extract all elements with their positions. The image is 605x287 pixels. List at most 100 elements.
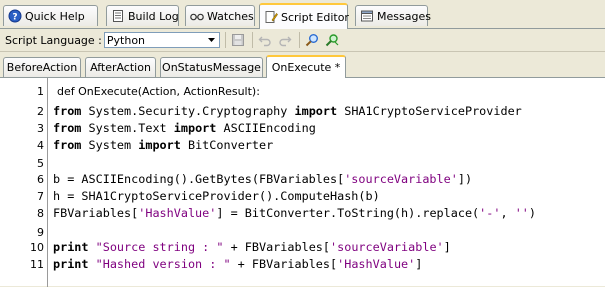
line-number: 11 <box>30 258 44 271</box>
script-toolbar: Script Language : Python <box>0 29 605 52</box>
code-token: b = ASCIIEncoding().GetBytes(FBVariables… <box>53 172 345 186</box>
tab-build-log[interactable]: Build Log <box>106 5 179 26</box>
tab-label: Watches <box>207 9 254 23</box>
keyword-token: from <box>53 138 82 152</box>
string-token: "Hashed version : " <box>95 257 231 271</box>
code-token: System.Text <box>81 121 174 135</box>
code-line[interactable]: 6 b = ASCIIEncoding().GetBytes(FBVariable… <box>0 171 605 188</box>
keyword-token: import <box>294 104 338 118</box>
code-editor[interactable]: 1 def OnExecute(Action, ActionResult): 2 fr… <box>0 77 605 287</box>
line-number: 10 <box>30 241 44 254</box>
document-icon <box>111 9 125 23</box>
code-text: from System.Text import ASCIIEncoding <box>53 121 316 135</box>
tab-before-action[interactable]: BeforeAction <box>3 57 81 77</box>
undo-button[interactable] <box>256 31 274 49</box>
keyword-token: from <box>53 121 82 135</box>
keyword-token: print <box>53 257 89 271</box>
toolbar-separator <box>298 32 300 48</box>
code-token: FBVariables[ <box>53 206 139 220</box>
chevron-down-icon[interactable] <box>205 33 219 47</box>
code-token: + FBVariables[ <box>223 240 331 254</box>
code-line[interactable]: 8 FBVariables['HashValue'] = BitConverter… <box>0 205 605 222</box>
code-token: System.Security.Cryptography <box>81 104 295 118</box>
string-token: "Source string : " <box>95 240 224 254</box>
keyword-token: import <box>138 138 181 152</box>
line-number: 3 <box>37 122 44 135</box>
tab-messages[interactable]: Messages <box>355 5 431 26</box>
undo-icon <box>258 33 272 47</box>
save-icon <box>231 33 245 47</box>
code-token: BitConverter <box>180 138 274 152</box>
string-token: 'sourceVariable' <box>330 240 444 254</box>
code-token: ] <box>443 240 451 254</box>
function-signature: def OnExecute(Action, ActionResult): <box>57 85 260 98</box>
code-line[interactable]: 5 <box>0 155 605 172</box>
code-token: h = SHA1CryptoServiceProvider().ComputeH… <box>53 189 380 203</box>
line-number: 5 <box>37 157 44 170</box>
line-number: 7 <box>37 190 44 203</box>
replace-button[interactable] <box>323 31 341 49</box>
tab-label: Messages <box>377 9 431 23</box>
code-token: ] <box>415 257 423 271</box>
line-number: 2 <box>37 105 44 118</box>
tab-label: Quick Help <box>25 9 85 23</box>
tab-quick-help[interactable]: ? Quick Help <box>3 5 98 26</box>
code-token: + FBVariables[ <box>230 257 338 271</box>
code-line[interactable]: 1 def OnExecute(Action, ActionResult): <box>0 83 605 100</box>
line-number: 4 <box>37 139 44 152</box>
code-text: print "Hashed version : " + FBVariables[… <box>53 257 422 271</box>
string-token: 'sourceVariable' <box>344 172 458 186</box>
code-line[interactable]: 11 print "Hashed version : " + FBVariable… <box>0 256 605 273</box>
redo-button[interactable] <box>276 31 294 49</box>
toolbar-separator <box>224 32 226 48</box>
toolbar-separator <box>251 32 253 48</box>
code-text: from System import BitConverter <box>53 138 273 152</box>
panel-tab-bar: ? Quick Help Build Log Watches Script Ed… <box>0 0 605 29</box>
line-number: 1 <box>37 85 44 98</box>
find-icon <box>305 33 319 47</box>
tab-on-execute[interactable]: OnExecute * <box>266 55 346 78</box>
code-token: System <box>81 138 139 152</box>
code-text: print "Source string : " + FBVariables['… <box>53 240 451 254</box>
event-tab-bar: BeforeAction AfterAction OnStatusMessage… <box>0 52 605 78</box>
code-line[interactable]: 2 from System.Security.Cryptography impor… <box>0 103 605 120</box>
code-text: b = ASCIIEncoding().GetBytes(FBVariables… <box>53 172 472 186</box>
tab-label: Script Editor <box>281 10 349 24</box>
code-line[interactable]: 3 from System.Text import ASCIIEncoding <box>0 120 605 137</box>
code-token: ]) <box>457 172 473 186</box>
code-line[interactable]: 10 print "Source string : " + FBVariables… <box>0 239 605 256</box>
keyword-token: from <box>53 104 82 118</box>
tab-after-action[interactable]: AfterAction <box>85 57 156 77</box>
line-number: 6 <box>37 173 44 186</box>
script-editor-icon <box>264 10 278 24</box>
string-token: '-' <box>479 206 501 220</box>
string-token: 'HashValue' <box>337 257 416 271</box>
code-token: ] = BitConverter.ToString(h).replace( <box>216 206 480 220</box>
script-language-select[interactable]: Python <box>103 32 220 48</box>
redo-icon <box>278 33 292 47</box>
code-token: , <box>500 206 515 220</box>
glasses-icon <box>190 9 204 23</box>
code-token: ) <box>528 206 537 220</box>
tab-on-status-message[interactable]: OnStatusMessage <box>160 57 263 77</box>
code-text: h = SHA1CryptoServiceProvider().ComputeH… <box>53 189 380 203</box>
code-line[interactable]: 4 from System import BitConverter <box>0 137 605 154</box>
svg-text:?: ? <box>12 13 17 23</box>
keyword-token: print <box>53 240 89 254</box>
keyword-token: import <box>173 121 217 135</box>
script-language-value: Python <box>106 33 146 47</box>
find-button[interactable] <box>303 31 321 49</box>
script-language-label: Script Language : <box>5 33 102 47</box>
code-token: SHA1CryptoServiceProvider <box>337 104 522 118</box>
string-token: '' <box>514 206 529 220</box>
tab-script-editor[interactable]: Script Editor <box>259 3 349 29</box>
tab-label: Build Log <box>128 9 179 23</box>
help-icon: ? <box>8 9 22 23</box>
replace-icon <box>325 33 339 47</box>
messages-icon <box>360 9 374 23</box>
save-button[interactable] <box>229 31 247 49</box>
tab-watches[interactable]: Watches <box>185 5 255 26</box>
line-number: 9 <box>37 226 44 239</box>
code-line[interactable]: 7 h = SHA1CryptoServiceProvider().Compute… <box>0 188 605 205</box>
